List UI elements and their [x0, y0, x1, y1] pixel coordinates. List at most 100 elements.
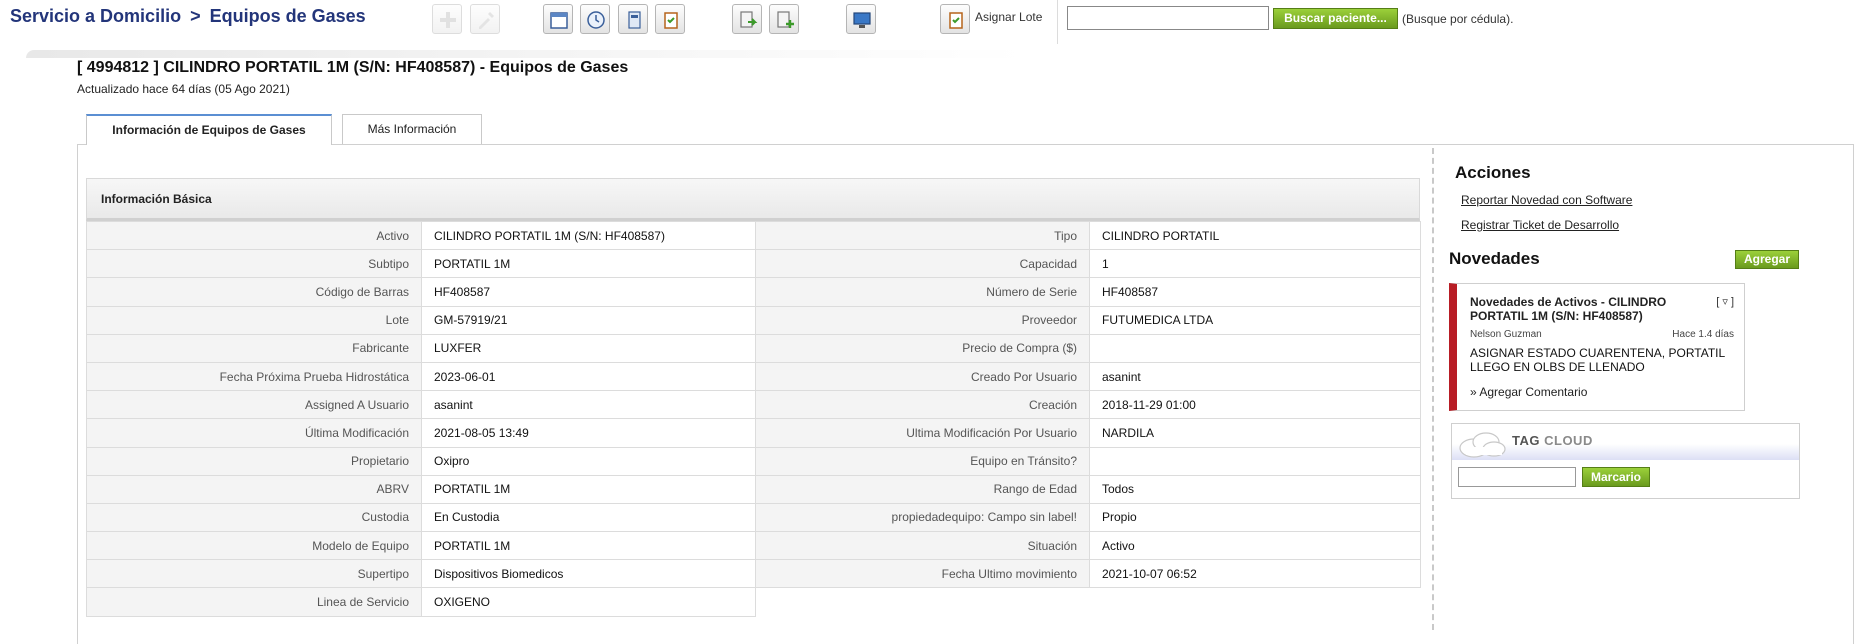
add-button[interactable] — [432, 4, 462, 34]
field-value: 2021-10-07 06:52 — [1089, 559, 1421, 589]
table-row: Fabricante LUXFER — [86, 333, 756, 363]
novedad-body: ASIGNAR ESTADO CUARENTENA, PORTATIL LLEG… — [1470, 346, 1725, 374]
field-label: propiedadequipo: Campo sin label! — [755, 502, 1090, 533]
novedad-title: Novedades de Activos - CILINDRO PORTATIL… — [1470, 295, 1667, 323]
field-value — [1089, 446, 1421, 476]
registrar-ticket-link[interactable]: Registrar Ticket de Desarrollo — [1461, 218, 1619, 232]
field-value: asanint — [1089, 361, 1421, 392]
field-label: Proveedor — [755, 305, 1090, 335]
table-row: Precio de Compra ($) — [755, 333, 1421, 363]
field-label: Capacidad — [755, 249, 1090, 279]
file-icon — [628, 11, 641, 29]
table-row: Supertipo Dispositivos Biomedicos — [86, 559, 756, 589]
field-value: Activo — [1089, 531, 1421, 561]
checklist-button[interactable] — [655, 4, 685, 34]
patient-search-input[interactable] — [1067, 6, 1269, 30]
sidebar-divider — [1432, 148, 1434, 630]
calendar-button[interactable] — [543, 4, 573, 34]
field-label: Modelo de Equipo — [86, 531, 422, 561]
table-row: Modelo de Equipo PORTATIL 1M — [86, 531, 756, 561]
document-button[interactable] — [618, 4, 648, 34]
field-value: PORTATIL 1M — [421, 249, 756, 279]
field-label: Linea de Servicio — [86, 587, 422, 617]
toolbar-divider — [1057, 0, 1058, 44]
field-label: Tipo — [755, 220, 1090, 251]
plus-icon — [440, 12, 456, 28]
cloud-icon — [1459, 432, 1506, 458]
novedad-author: Nelson Guzman — [1470, 329, 1542, 340]
breadcrumb: Servicio a Domicilio > Equipos de Gases — [10, 6, 366, 27]
clock-icon — [587, 11, 605, 29]
novedad-card: Novedades de Activos - CILINDRO PORTATIL… — [1449, 283, 1745, 411]
table-row: Linea de Servicio OXIGENO — [86, 587, 756, 617]
info-table-left: Activo CILINDRO PORTATIL 1M (S/N: HF40858… — [86, 220, 756, 617]
tag-cloud-header: TAG CLOUD — [1452, 424, 1799, 460]
table-row: Número de Serie HF408587 — [755, 277, 1421, 307]
agregar-comentario-link[interactable]: » Agregar Comentario — [1470, 385, 1587, 399]
breadcrumb-current: Equipos de Gases — [209, 6, 366, 26]
field-label: Custodia — [86, 502, 422, 533]
field-label: Fabricante — [86, 333, 422, 363]
edit-button[interactable] — [470, 4, 500, 34]
table-row: Assigned A Usuario asanint — [86, 390, 756, 420]
export-button[interactable] — [732, 4, 762, 34]
table-row: Creación 2018-11-29 01:00 — [755, 390, 1421, 420]
reportar-novedad-link[interactable]: Reportar Novedad con Software — [1461, 193, 1632, 207]
table-row: Proveedor FUTUMEDICA LTDA — [755, 305, 1421, 335]
field-label: Situación — [755, 531, 1090, 561]
history-button[interactable] — [580, 4, 610, 34]
tab-informacion-equipos[interactable]: Información de Equipos de Gases — [86, 114, 332, 145]
field-label: Fecha Próxima Prueba Hidrostática — [86, 361, 422, 392]
marcar-tag-button[interactable]: Marcario — [1582, 467, 1650, 487]
field-value: PORTATIL 1M — [421, 531, 756, 561]
field-value: asanint — [421, 390, 756, 420]
field-label: Código de Barras — [86, 277, 422, 307]
field-value: FUTUMEDICA LTDA — [1089, 305, 1421, 335]
table-row: Situación Activo — [755, 531, 1421, 561]
tag-cloud-title-cloud: CLOUD — [1544, 433, 1593, 448]
search-patient-button[interactable]: Buscar paciente... — [1273, 8, 1398, 29]
field-value: OXIGENO — [421, 587, 756, 617]
table-row: Activo CILINDRO PORTATIL 1M (S/N: HF40858… — [86, 220, 756, 251]
field-value: Propio — [1089, 502, 1421, 533]
tag-cloud-panel: TAG CLOUD Marcario — [1451, 423, 1800, 499]
field-label: Activo — [86, 220, 422, 251]
tab-mas-informacion[interactable]: Más Información — [342, 114, 482, 144]
table-row: Creado Por Usuario asanint — [755, 361, 1421, 392]
monitor-button[interactable] — [846, 4, 876, 34]
top-toolbar: Servicio a Domicilio > Equipos de Gases … — [0, 0, 1854, 44]
field-value: Todos — [1089, 474, 1421, 504]
agregar-novedad-button[interactable]: Agregar — [1735, 250, 1799, 269]
tag-cloud-title-tag: TAG — [1512, 433, 1540, 448]
field-label: Assigned A Usuario — [86, 390, 422, 420]
record-updated-subtitle: Actualizado hace 64 días (05 Ago 2021) — [77, 82, 290, 96]
asignar-lote-button[interactable] — [940, 4, 970, 34]
breadcrumb-root-link[interactable]: Servicio a Domicilio — [10, 6, 181, 26]
field-value: HF408587 — [1089, 277, 1421, 307]
tag-cloud-title: TAG CLOUD — [1512, 433, 1593, 448]
new-document-button[interactable] — [769, 4, 799, 34]
document-add-icon — [777, 11, 794, 28]
field-label: Creación — [755, 390, 1090, 420]
table-row: Propietario Oxipro — [86, 446, 756, 476]
tag-input[interactable] — [1458, 467, 1576, 487]
table-row: Custodia En Custodia — [86, 502, 756, 533]
field-label: Fecha Ultimo movimiento — [755, 559, 1090, 589]
record-title: [ 4994812 ] CILINDRO PORTATIL 1M (S/N: H… — [77, 59, 629, 76]
field-value: CILINDRO PORTATIL — [1089, 220, 1421, 251]
field-value: Oxipro — [421, 446, 756, 476]
field-value: 1 — [1089, 249, 1421, 279]
field-label: Propietario — [86, 446, 422, 476]
field-label: Lote — [86, 305, 422, 335]
table-row: Rango de Edad Todos — [755, 474, 1421, 504]
table-row: Subtipo PORTATIL 1M — [86, 249, 756, 279]
section-informacion-basica: Información Básica — [86, 178, 1420, 221]
field-value: Dispositivos Biomedicos — [421, 559, 756, 589]
field-value: PORTATIL 1M — [421, 474, 756, 504]
table-row: ABRV PORTATIL 1M — [86, 474, 756, 504]
clipboard-check-icon — [949, 12, 963, 29]
search-hint: (Busque por cédula). — [1402, 12, 1514, 26]
novedad-collapse-toggle[interactable]: [ ▿ ] — [1716, 295, 1734, 308]
field-label: Supertipo — [86, 559, 422, 589]
asignar-lote-label[interactable]: Asignar Lote — [975, 10, 1042, 24]
